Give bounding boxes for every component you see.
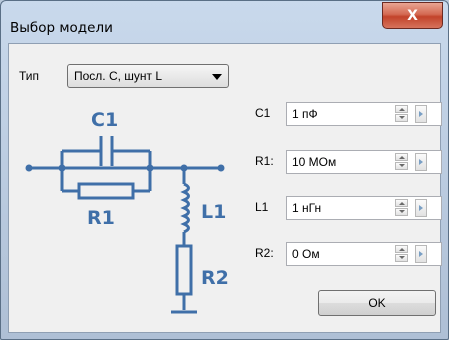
spin-up-icon[interactable]	[395, 245, 408, 253]
spin-menu-arrow-icon[interactable]	[415, 105, 427, 123]
param-label-c1: C1	[255, 106, 271, 120]
param-label-r2: R2:	[255, 246, 274, 260]
spin-menu-arrow-icon[interactable]	[415, 199, 427, 217]
type-dropdown-value: Посл. C, шунт L	[74, 69, 163, 83]
spin-down-icon[interactable]	[395, 208, 408, 216]
label-r2: R2	[201, 267, 229, 289]
dialog-body: Тип Посл. C, шунт L C1 R1 L1 R2 C1 1 пФ …	[8, 43, 442, 333]
title-bar[interactable]: Выбор модели X	[1, 1, 448, 43]
window-title: Выбор модели	[10, 20, 113, 36]
r2-value: 0 Ом	[292, 247, 320, 261]
l1-value: 1 нГн	[292, 201, 322, 215]
close-button[interactable]: X	[382, 2, 443, 29]
ok-button[interactable]: OK	[318, 290, 436, 316]
spin-down-icon[interactable]	[395, 114, 408, 122]
r2-spinbox[interactable]: 0 Ом	[286, 242, 442, 266]
spin-down-icon[interactable]	[395, 162, 408, 170]
label-l1: L1	[201, 201, 226, 223]
r1-value: 10 МОм	[292, 155, 337, 169]
label-c1: C1	[91, 109, 118, 131]
inductor-l1	[180, 182, 190, 234]
resistor-r2	[175, 244, 193, 296]
close-icon: X	[407, 7, 418, 24]
spin-up-icon[interactable]	[395, 199, 408, 207]
param-label-l1: L1	[255, 200, 269, 214]
resistor-r1	[77, 182, 135, 200]
chevron-down-icon	[212, 74, 222, 80]
c1-spinbox[interactable]: 1 пФ	[286, 102, 442, 126]
type-dropdown[interactable]: Посл. C, шунт L	[67, 64, 229, 88]
param-label-r1: R1:	[255, 154, 274, 168]
r1-spinbox[interactable]: 10 МОм	[286, 150, 442, 174]
spin-menu-arrow-icon[interactable]	[415, 245, 427, 263]
dialog-window: Выбор модели X Тип Посл. C, шунт L C1 R1…	[0, 0, 449, 340]
type-label: Тип	[19, 69, 40, 83]
c1-value: 1 пФ	[292, 107, 318, 121]
spin-up-icon[interactable]	[395, 153, 408, 161]
spin-menu-arrow-icon[interactable]	[415, 153, 427, 171]
spin-down-icon[interactable]	[395, 254, 408, 262]
label-r1: R1	[87, 207, 115, 229]
circuit-schematic: C1 R1 L1 R2	[25, 109, 229, 314]
spin-up-icon[interactable]	[395, 105, 408, 113]
l1-spinbox[interactable]: 1 нГн	[286, 196, 442, 220]
